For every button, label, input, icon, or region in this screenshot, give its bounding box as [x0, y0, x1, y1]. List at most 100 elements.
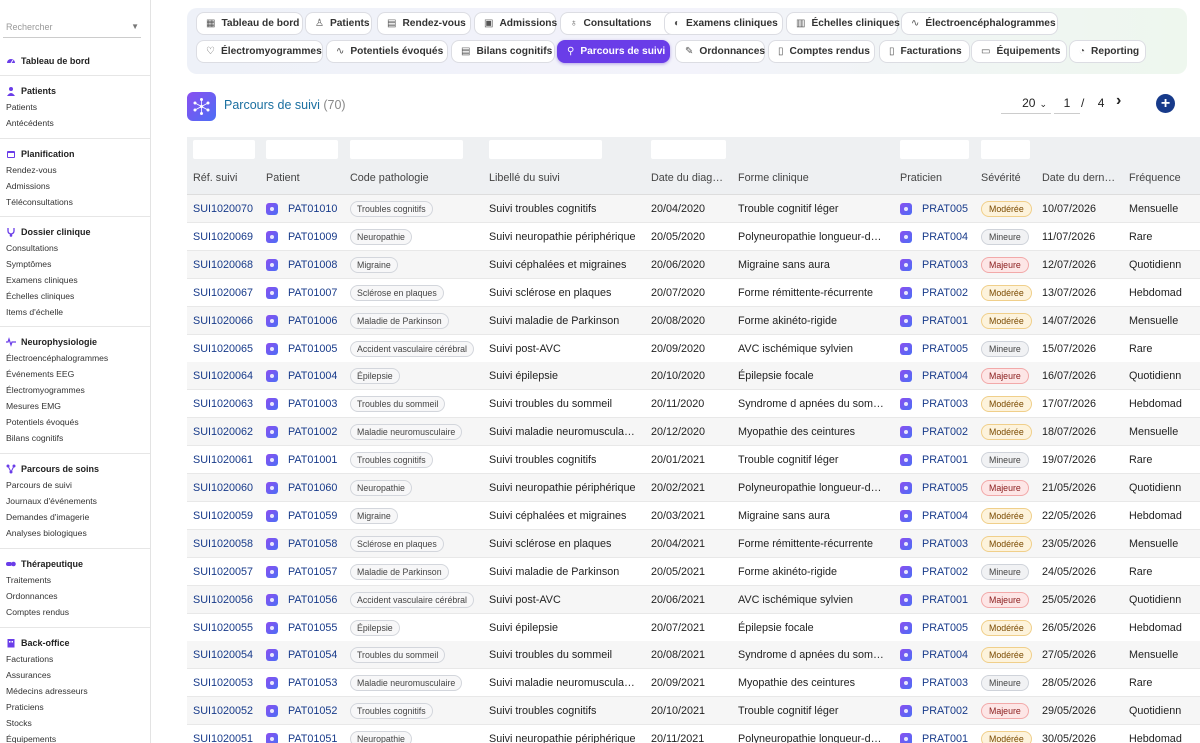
tab-patients[interactable]: ♙ Patients	[305, 12, 372, 35]
next-page-button[interactable]: ›	[1116, 92, 1121, 110]
column-header[interactable]: Libellé du suivi	[489, 172, 649, 184]
sidebar-item[interactable]: Admissions	[0, 178, 150, 194]
patient-link[interactable]: PAT01003	[288, 390, 337, 418]
table-row[interactable]: SUI1020067 PAT01007 Sclérose en plaques Sui…	[187, 279, 1200, 307]
patient-link[interactable]: PAT01009	[288, 223, 337, 251]
ref-link[interactable]: SUI1020059	[193, 502, 253, 530]
table-row[interactable]: SUI1020053 PAT01053 Maladie neuromusculair…	[187, 669, 1200, 698]
sidebar-item[interactable]: Assurances	[0, 667, 150, 683]
sidebar-section-header[interactable]: Planification	[0, 146, 150, 162]
sidebar-item[interactable]: Comptes rendus	[0, 604, 150, 620]
chevron-down-icon[interactable]: ▼	[131, 16, 139, 38]
column-header[interactable]: Forme clinique	[738, 172, 893, 184]
ref-link[interactable]: SUI1020070	[193, 195, 253, 223]
sidebar-item[interactable]: Ordonnances	[0, 588, 150, 604]
tab-comptes-rendus[interactable]: ▯ Comptes rendus	[768, 40, 875, 63]
practitioner-link[interactable]: PRAT004	[922, 502, 968, 530]
sidebar-item[interactable]: Mesures EMG	[0, 398, 150, 414]
practitioner-link[interactable]: PRAT004	[922, 223, 968, 251]
sidebar-item[interactable]: Antécédents	[0, 115, 150, 131]
tab-potentiels-evoques[interactable]: ∿ Potentiels évoqués	[326, 40, 448, 63]
sidebar-item[interactable]: Potentiels évoqués	[0, 414, 150, 430]
sidebar-item[interactable]: Stocks	[0, 715, 150, 731]
patient-link[interactable]: PAT01052	[288, 697, 337, 725]
practitioner-link[interactable]: PRAT002	[922, 418, 968, 446]
column-header[interactable]: Praticien	[900, 172, 975, 184]
patient-link[interactable]: PAT01057	[288, 558, 337, 586]
sidebar-section-header[interactable]: Tableau de bord	[0, 53, 150, 69]
table-row[interactable]: SUI1020056 PAT01056 Accident vasculaire cé…	[187, 585, 1200, 614]
sidebar-section-header[interactable]: Patients	[0, 83, 150, 99]
sidebar-item[interactable]: Événements EEG	[0, 366, 150, 382]
sidebar-section-header[interactable]: Back-office	[0, 635, 150, 651]
ref-link[interactable]: SUI1020068	[193, 251, 253, 279]
sidebar-item[interactable]: Rendez-vous	[0, 162, 150, 178]
patient-link[interactable]: PAT01060	[288, 474, 337, 502]
sidebar-item[interactable]: Électromyogrammes	[0, 382, 150, 398]
table-row[interactable]: SUI1020064 PAT01004 Épilepsie Suivi épileps…	[187, 362, 1200, 391]
sidebar-item[interactable]: Examens cliniques	[0, 272, 150, 288]
patient-link[interactable]: PAT01002	[288, 418, 337, 446]
table-row[interactable]: SUI1020069 PAT01009 Neuropathie Suivi neuro…	[187, 223, 1200, 251]
ref-link[interactable]: SUI1020054	[193, 641, 253, 669]
column-header[interactable]: Date du diag…	[651, 172, 731, 184]
table-row[interactable]: SUI1020068 PAT01008 Migraine Suivi céphalée…	[187, 250, 1200, 279]
ref-link[interactable]: SUI1020069	[193, 223, 253, 251]
sidebar-section-header[interactable]: Parcours de soins	[0, 461, 150, 477]
column-header[interactable]: Date du dern…	[1042, 172, 1126, 184]
ref-link[interactable]: SUI1020064	[193, 362, 253, 390]
practitioner-link[interactable]: PRAT003	[922, 530, 968, 558]
practitioner-link[interactable]: PRAT003	[922, 251, 968, 279]
tab-bilans-cognitifs[interactable]: ▤ Bilans cognitifs	[451, 40, 555, 63]
add-button[interactable]: +	[1156, 94, 1175, 113]
column-filter-input[interactable]	[350, 140, 463, 159]
tab-consultations[interactable]: ♁ Consultations	[560, 12, 677, 35]
column-header[interactable]: Sévérité	[981, 172, 1039, 184]
sidebar-item[interactable]: Facturations	[0, 651, 150, 667]
tab-facturations[interactable]: ▯ Facturations	[879, 40, 970, 63]
search-input[interactable]: Rechercher ▼	[3, 16, 141, 38]
tab-electromyogrammes[interactable]: ♡ Électromyogrammes	[196, 40, 323, 63]
sidebar-item[interactable]: Patients	[0, 99, 150, 115]
column-header[interactable]: Réf. suivi	[193, 172, 263, 184]
table-row[interactable]: SUI1020061 PAT01001 Troubles cognitifs Suiv…	[187, 446, 1200, 475]
ref-link[interactable]: SUI1020051	[193, 725, 253, 743]
sidebar-item[interactable]: Praticiens	[0, 699, 150, 715]
sidebar-item[interactable]: Échelles cliniques	[0, 288, 150, 304]
practitioner-link[interactable]: PRAT001	[922, 307, 968, 335]
practitioner-link[interactable]: PRAT001	[922, 725, 968, 743]
tab-ordonnances[interactable]: ✎ Ordonnances	[675, 40, 765, 63]
practitioner-link[interactable]: PRAT001	[922, 446, 968, 474]
column-filter-input[interactable]	[981, 140, 1030, 159]
tab-electroencephalogrammes[interactable]: ∿ Électroencéphalogrammes	[901, 12, 1058, 35]
ref-link[interactable]: SUI1020060	[193, 474, 253, 502]
table-row[interactable]: SUI1020058 PAT01058 Sclérose en plaques Sui…	[187, 529, 1200, 558]
table-row[interactable]: SUI1020060 PAT01060 Neuropathie Suivi neuro…	[187, 474, 1200, 502]
sidebar-item[interactable]: Équipements	[0, 731, 150, 743]
table-row[interactable]: SUI1020057 PAT01057 Maladie de Parkinson Su…	[187, 558, 1200, 586]
sidebar-item[interactable]: Consultations	[0, 240, 150, 256]
ref-link[interactable]: SUI1020062	[193, 418, 253, 446]
practitioner-link[interactable]: PRAT004	[922, 641, 968, 669]
patient-link[interactable]: PAT01054	[288, 641, 337, 669]
practitioner-link[interactable]: PRAT002	[922, 697, 968, 725]
table-row[interactable]: SUI1020062 PAT01002 Maladie neuromusculair…	[187, 418, 1200, 447]
sidebar-item[interactable]: Médecins adresseurs	[0, 683, 150, 699]
column-filter-input[interactable]	[900, 140, 969, 159]
patient-link[interactable]: PAT01001	[288, 446, 337, 474]
column-filter-input[interactable]	[266, 140, 338, 159]
sidebar-item[interactable]: Bilans cognitifs	[0, 430, 150, 446]
sidebar-item[interactable]: Items d'échelle	[0, 304, 150, 320]
table-row[interactable]: SUI1020066 PAT01006 Maladie de Parkinson Su…	[187, 306, 1200, 335]
patient-link[interactable]: PAT01004	[288, 362, 337, 390]
patient-link[interactable]: PAT01055	[288, 614, 337, 642]
tab-tableau-de-bord[interactable]: ▦ Tableau de bord	[196, 12, 303, 35]
ref-link[interactable]: SUI1020053	[193, 669, 253, 697]
table-row[interactable]: SUI1020051 PAT01051 Neuropathie Suivi neuro…	[187, 725, 1200, 743]
table-row[interactable]: SUI1020063 PAT01003 Troubles du sommeil Sui…	[187, 390, 1200, 419]
patient-link[interactable]: PAT01051	[288, 725, 337, 743]
practitioner-link[interactable]: PRAT005	[922, 614, 968, 642]
patient-link[interactable]: PAT01008	[288, 251, 337, 279]
practitioner-link[interactable]: PRAT004	[922, 362, 968, 390]
patient-link[interactable]: PAT01005	[288, 335, 337, 363]
